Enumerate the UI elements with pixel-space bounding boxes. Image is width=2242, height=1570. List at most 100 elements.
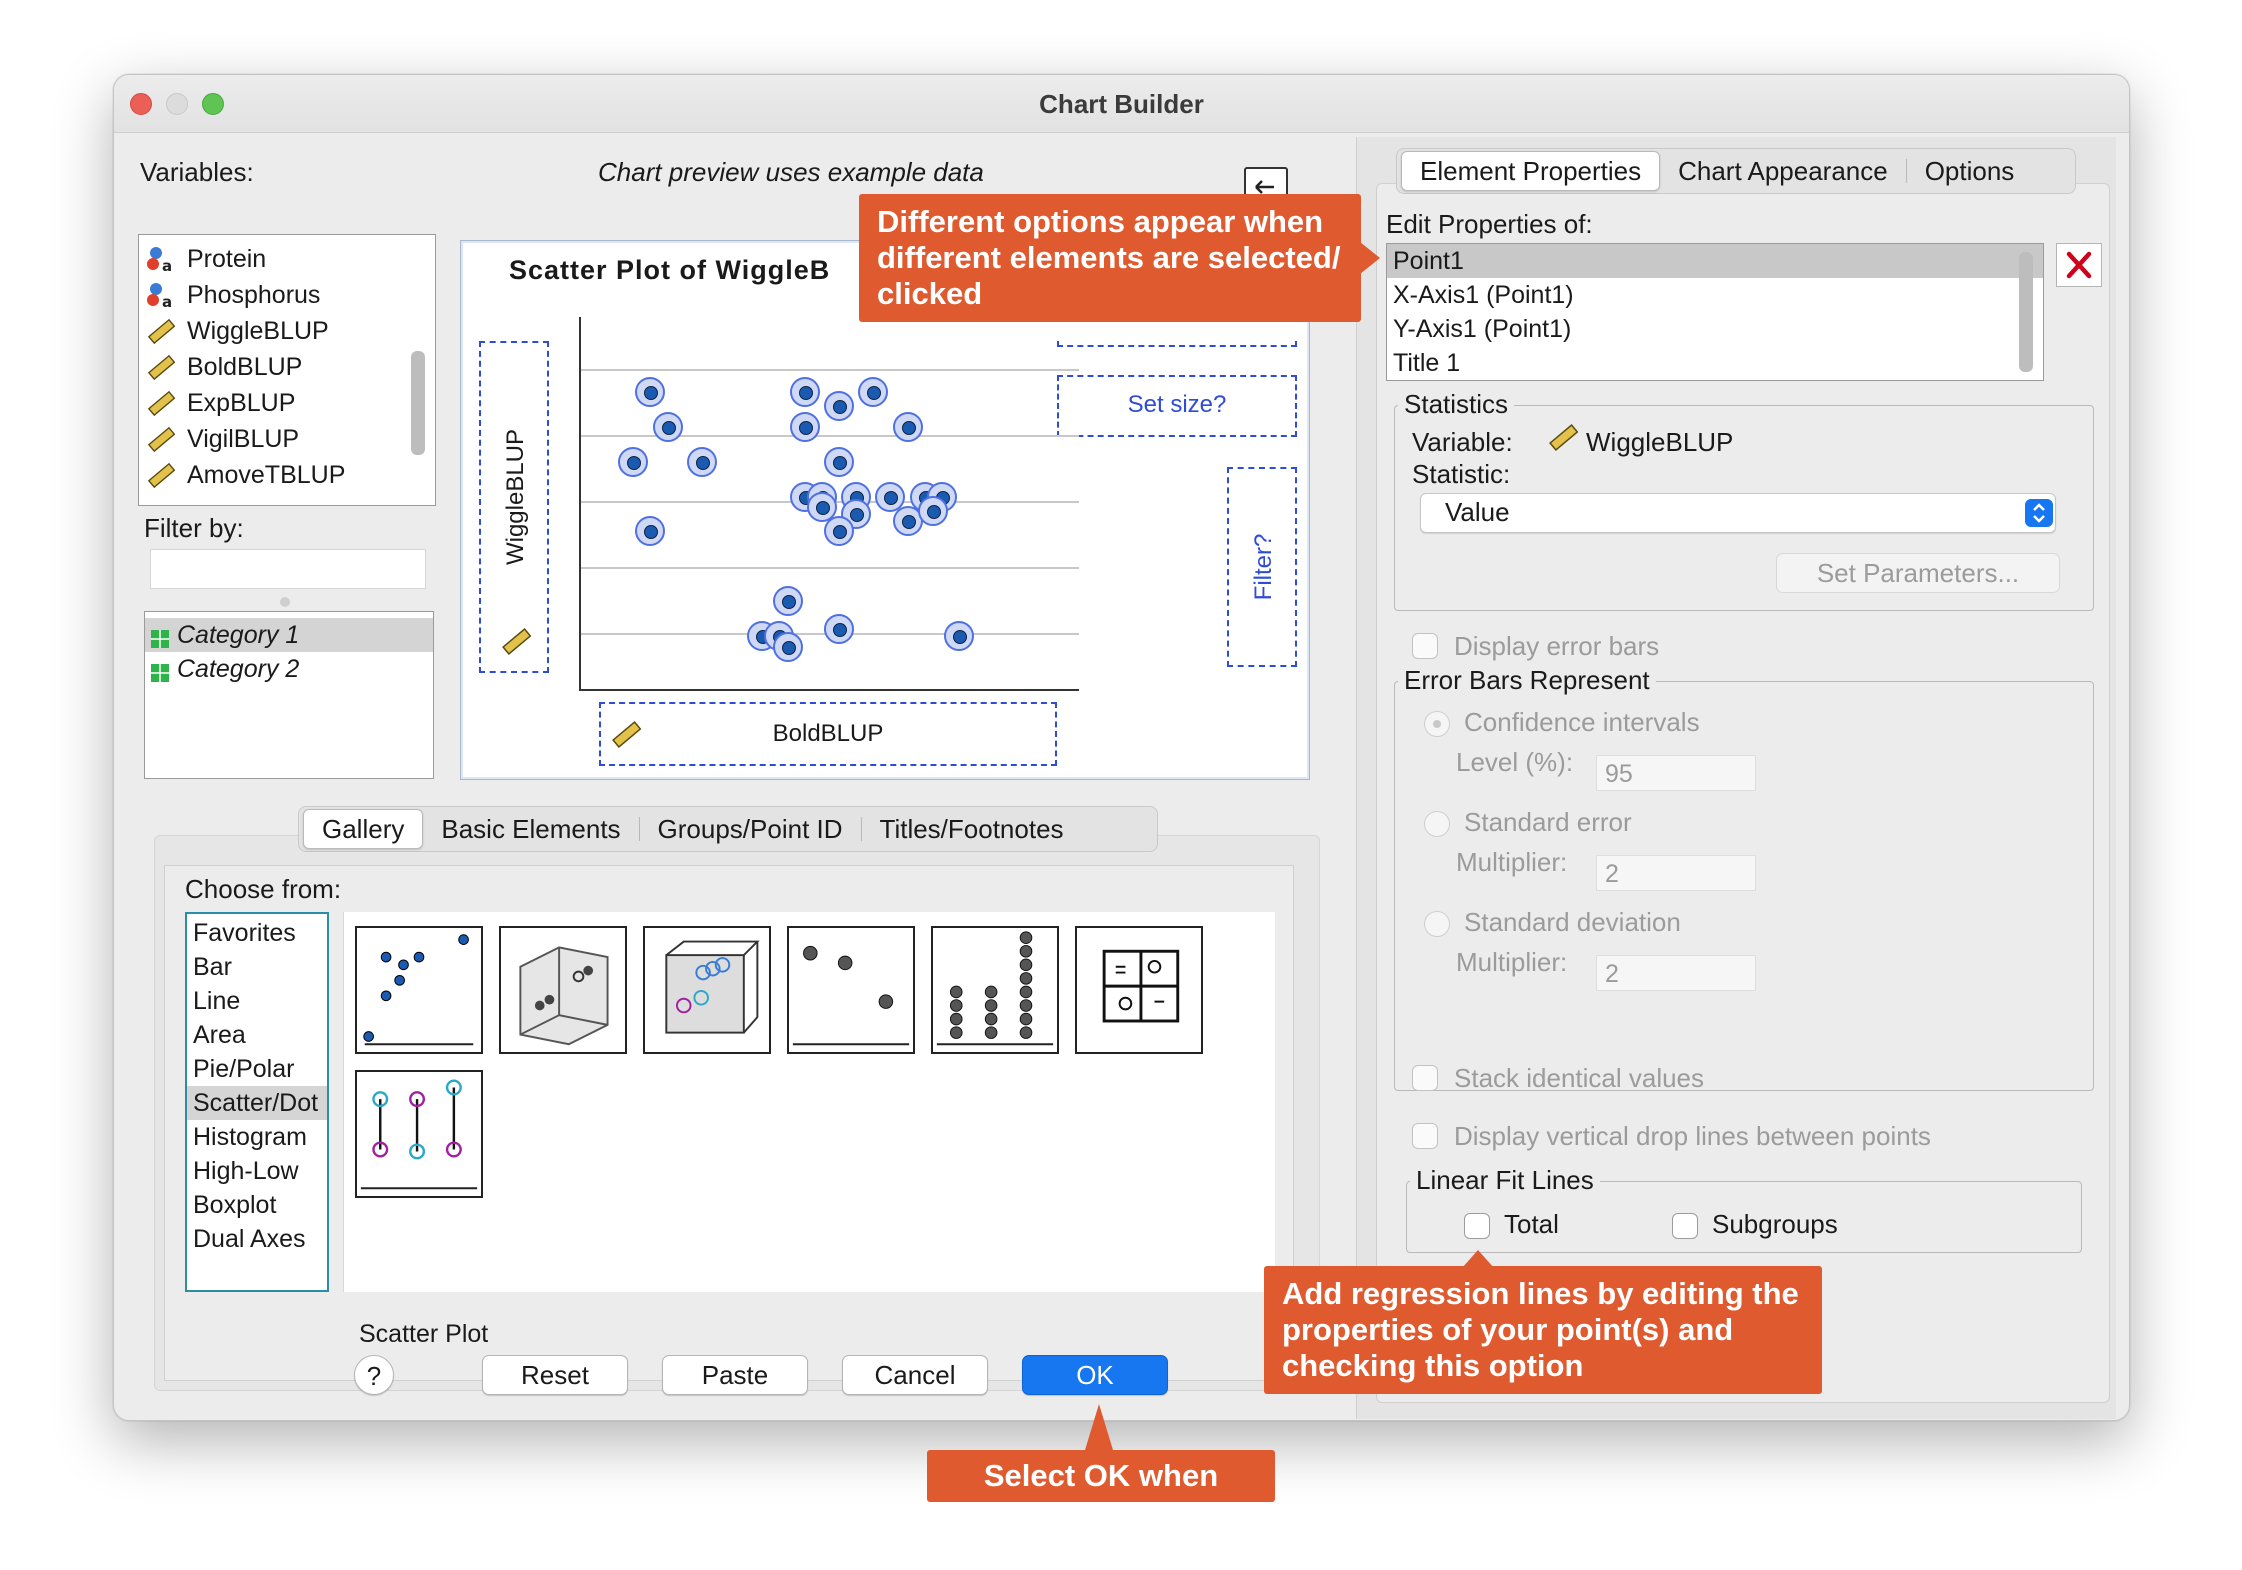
scatter-point[interactable] bbox=[789, 411, 820, 442]
linear-fit-total-checkbox[interactable] bbox=[1464, 1213, 1490, 1239]
standard-error-radio[interactable] bbox=[1424, 811, 1450, 837]
reset-button[interactable]: Reset bbox=[482, 1355, 628, 1395]
standard-deviation-label: Standard deviation bbox=[1464, 907, 1681, 937]
scatter-point[interactable] bbox=[944, 621, 974, 652]
scatter-plot-area[interactable] bbox=[579, 317, 1079, 691]
scatter-point[interactable] bbox=[686, 446, 717, 477]
stack-identical-label: Stack identical values bbox=[1454, 1063, 1705, 1093]
simple-dot-thumbnail-icon[interactable] bbox=[931, 926, 1059, 1054]
drop-line-thumbnail-icon[interactable] bbox=[355, 1070, 483, 1198]
variable-item[interactable]: VigilBLUP bbox=[139, 421, 435, 457]
3d-scatter-thumbnail-icon[interactable] bbox=[499, 926, 627, 1054]
scatter-point[interactable] bbox=[635, 376, 666, 407]
variable-item[interactable]: AmoveTBLUP bbox=[139, 457, 435, 493]
scatter-point[interactable] bbox=[635, 516, 666, 547]
category-item[interactable]: Category 2 bbox=[145, 652, 433, 686]
stack-identical-checkbox[interactable] bbox=[1412, 1065, 1438, 1091]
property-item[interactable]: X-Axis1 (Point1) bbox=[1387, 278, 2043, 312]
x-axis-drop-zone[interactable]: BoldBLUP bbox=[599, 702, 1057, 766]
standard-deviation-radio[interactable] bbox=[1424, 911, 1450, 937]
se-multiplier-input[interactable]: 2 bbox=[1596, 855, 1756, 891]
category-item[interactable]: Category 1 bbox=[145, 618, 433, 652]
statistic-select[interactable]: Value bbox=[1420, 493, 2056, 533]
sd-multiplier-label: Multiplier: bbox=[1456, 947, 1568, 977]
confidence-intervals-radio[interactable] bbox=[1424, 711, 1450, 737]
categories-list[interactable]: Category 1 Category 2 bbox=[144, 611, 434, 779]
properties-scrollbar[interactable] bbox=[2019, 252, 2033, 372]
y-axis-drop-zone[interactable]: WiggleBLUP bbox=[479, 341, 549, 673]
variable-item[interactable]: WiggleBLUP bbox=[139, 313, 435, 349]
scatter-point[interactable] bbox=[652, 411, 683, 442]
simple-scatter-thumbnail-icon[interactable] bbox=[355, 926, 483, 1054]
paste-button[interactable]: Paste bbox=[662, 1355, 808, 1395]
variable-item[interactable]: a Phosphorus bbox=[139, 277, 435, 313]
set-parameters-button[interactable]: Set Parameters... bbox=[1776, 553, 2060, 593]
variables-scrollbar[interactable] bbox=[411, 351, 425, 455]
variable-item[interactable]: BoldBLUP bbox=[139, 349, 435, 385]
scatter-point[interactable] bbox=[918, 495, 949, 526]
tab-gallery[interactable]: Gallery bbox=[303, 809, 424, 849]
tab-chart-appearance[interactable]: Chart Appearance bbox=[1660, 152, 1906, 190]
scatter-point[interactable] bbox=[772, 631, 803, 662]
chart-type-item[interactable]: Scatter/Dot bbox=[187, 1086, 327, 1120]
drop-lines-checkbox[interactable] bbox=[1412, 1123, 1438, 1149]
delete-element-button[interactable] bbox=[2056, 243, 2102, 287]
splitter-handle[interactable] bbox=[280, 597, 290, 607]
level-input[interactable]: 95 bbox=[1596, 755, 1756, 791]
set-size-drop-zone[interactable]: Set size? bbox=[1057, 375, 1297, 437]
category-name: Category 1 bbox=[177, 620, 300, 649]
tab-titles-footnotes[interactable]: Titles/Footnotes bbox=[862, 810, 1082, 848]
summary-point-thumbnail-icon[interactable] bbox=[787, 926, 915, 1054]
variable-item[interactable]: ExpBLUP bbox=[139, 385, 435, 421]
chart-type-item[interactable]: Dual Axes bbox=[187, 1222, 327, 1256]
window-title: Chart Builder bbox=[1039, 89, 1204, 119]
property-item[interactable]: Title 1 bbox=[1387, 346, 2043, 380]
filter-input[interactable] bbox=[150, 549, 426, 589]
chart-type-list[interactable]: Favorites Bar Line Area Pie/Polar Scatter/Dot… bbox=[185, 912, 329, 1292]
grouped-3d-scatter-thumbnail-icon[interactable] bbox=[643, 926, 771, 1054]
cancel-button[interactable]: Cancel bbox=[842, 1355, 988, 1395]
scatter-point[interactable] bbox=[824, 614, 854, 645]
scatter-point[interactable] bbox=[618, 446, 649, 477]
help-button[interactable]: ? bbox=[354, 1355, 394, 1395]
category-grid-icon bbox=[151, 660, 169, 682]
chart-type-item[interactable]: Line bbox=[187, 984, 327, 1018]
chart-type-item[interactable]: Histogram bbox=[187, 1120, 327, 1154]
variable-item[interactable]: a Protein bbox=[139, 241, 435, 277]
linear-fit-subgroups-label: Subgroups bbox=[1712, 1209, 1838, 1239]
chart-type-item[interactable]: Bar bbox=[187, 950, 327, 984]
scatter-point[interactable] bbox=[824, 390, 854, 421]
chart-type-item[interactable]: High-Low bbox=[187, 1154, 327, 1188]
tab-element-properties[interactable]: Element Properties bbox=[1401, 151, 1661, 191]
chart-type-item[interactable]: Favorites bbox=[187, 916, 327, 950]
property-item[interactable]: Y-Axis1 (Point1) bbox=[1387, 312, 2043, 346]
preview-chart-title[interactable]: Scatter Plot of WiggleB bbox=[509, 255, 830, 286]
nominal-variable-icon: a bbox=[145, 244, 175, 275]
scatter-point[interactable] bbox=[824, 516, 854, 547]
sd-multiplier-input[interactable]: 2 bbox=[1596, 955, 1756, 991]
scatter-point[interactable] bbox=[858, 376, 889, 407]
scatterplot-matrix-thumbnail-icon[interactable] bbox=[1075, 926, 1203, 1054]
tab-groups-point-id[interactable]: Groups/Point ID bbox=[640, 810, 861, 848]
display-error-bars-checkbox[interactable] bbox=[1412, 633, 1438, 659]
scatter-point[interactable] bbox=[892, 411, 923, 442]
lower-tabs: Gallery Basic Elements Groups/Point ID T… bbox=[298, 806, 1158, 852]
delete-x-icon bbox=[2066, 251, 2092, 279]
tab-options[interactable]: Options bbox=[1907, 152, 2033, 190]
property-item[interactable]: Point1 bbox=[1387, 244, 2043, 278]
scatter-point[interactable] bbox=[789, 376, 820, 407]
chart-type-item[interactable]: Pie/Polar bbox=[187, 1052, 327, 1086]
ok-button[interactable]: OK bbox=[1022, 1355, 1168, 1395]
scatter-point[interactable] bbox=[772, 586, 803, 617]
chart-type-item[interactable]: Boxplot bbox=[187, 1188, 327, 1222]
chart-type-item[interactable]: Area bbox=[187, 1018, 327, 1052]
filter-drop-zone[interactable]: Filter? bbox=[1227, 467, 1297, 667]
tab-basic-elements[interactable]: Basic Elements bbox=[423, 810, 638, 848]
properties-list[interactable]: Point1 X-Axis1 (Point1) Y-Axis1 (Point1) Ti… bbox=[1386, 243, 2044, 381]
scatter-point[interactable] bbox=[824, 446, 854, 477]
set-color-drop-zone[interactable] bbox=[1057, 341, 1297, 347]
linear-fit-title: Linear Fit Lines bbox=[1410, 1165, 1600, 1196]
filter-label: Filter by: bbox=[144, 513, 244, 543]
linear-fit-subgroups-checkbox[interactable] bbox=[1672, 1213, 1698, 1239]
variables-list[interactable]: a Protein a Phosphorus WiggleBLUP BoldBLUP Exp… bbox=[138, 234, 436, 506]
